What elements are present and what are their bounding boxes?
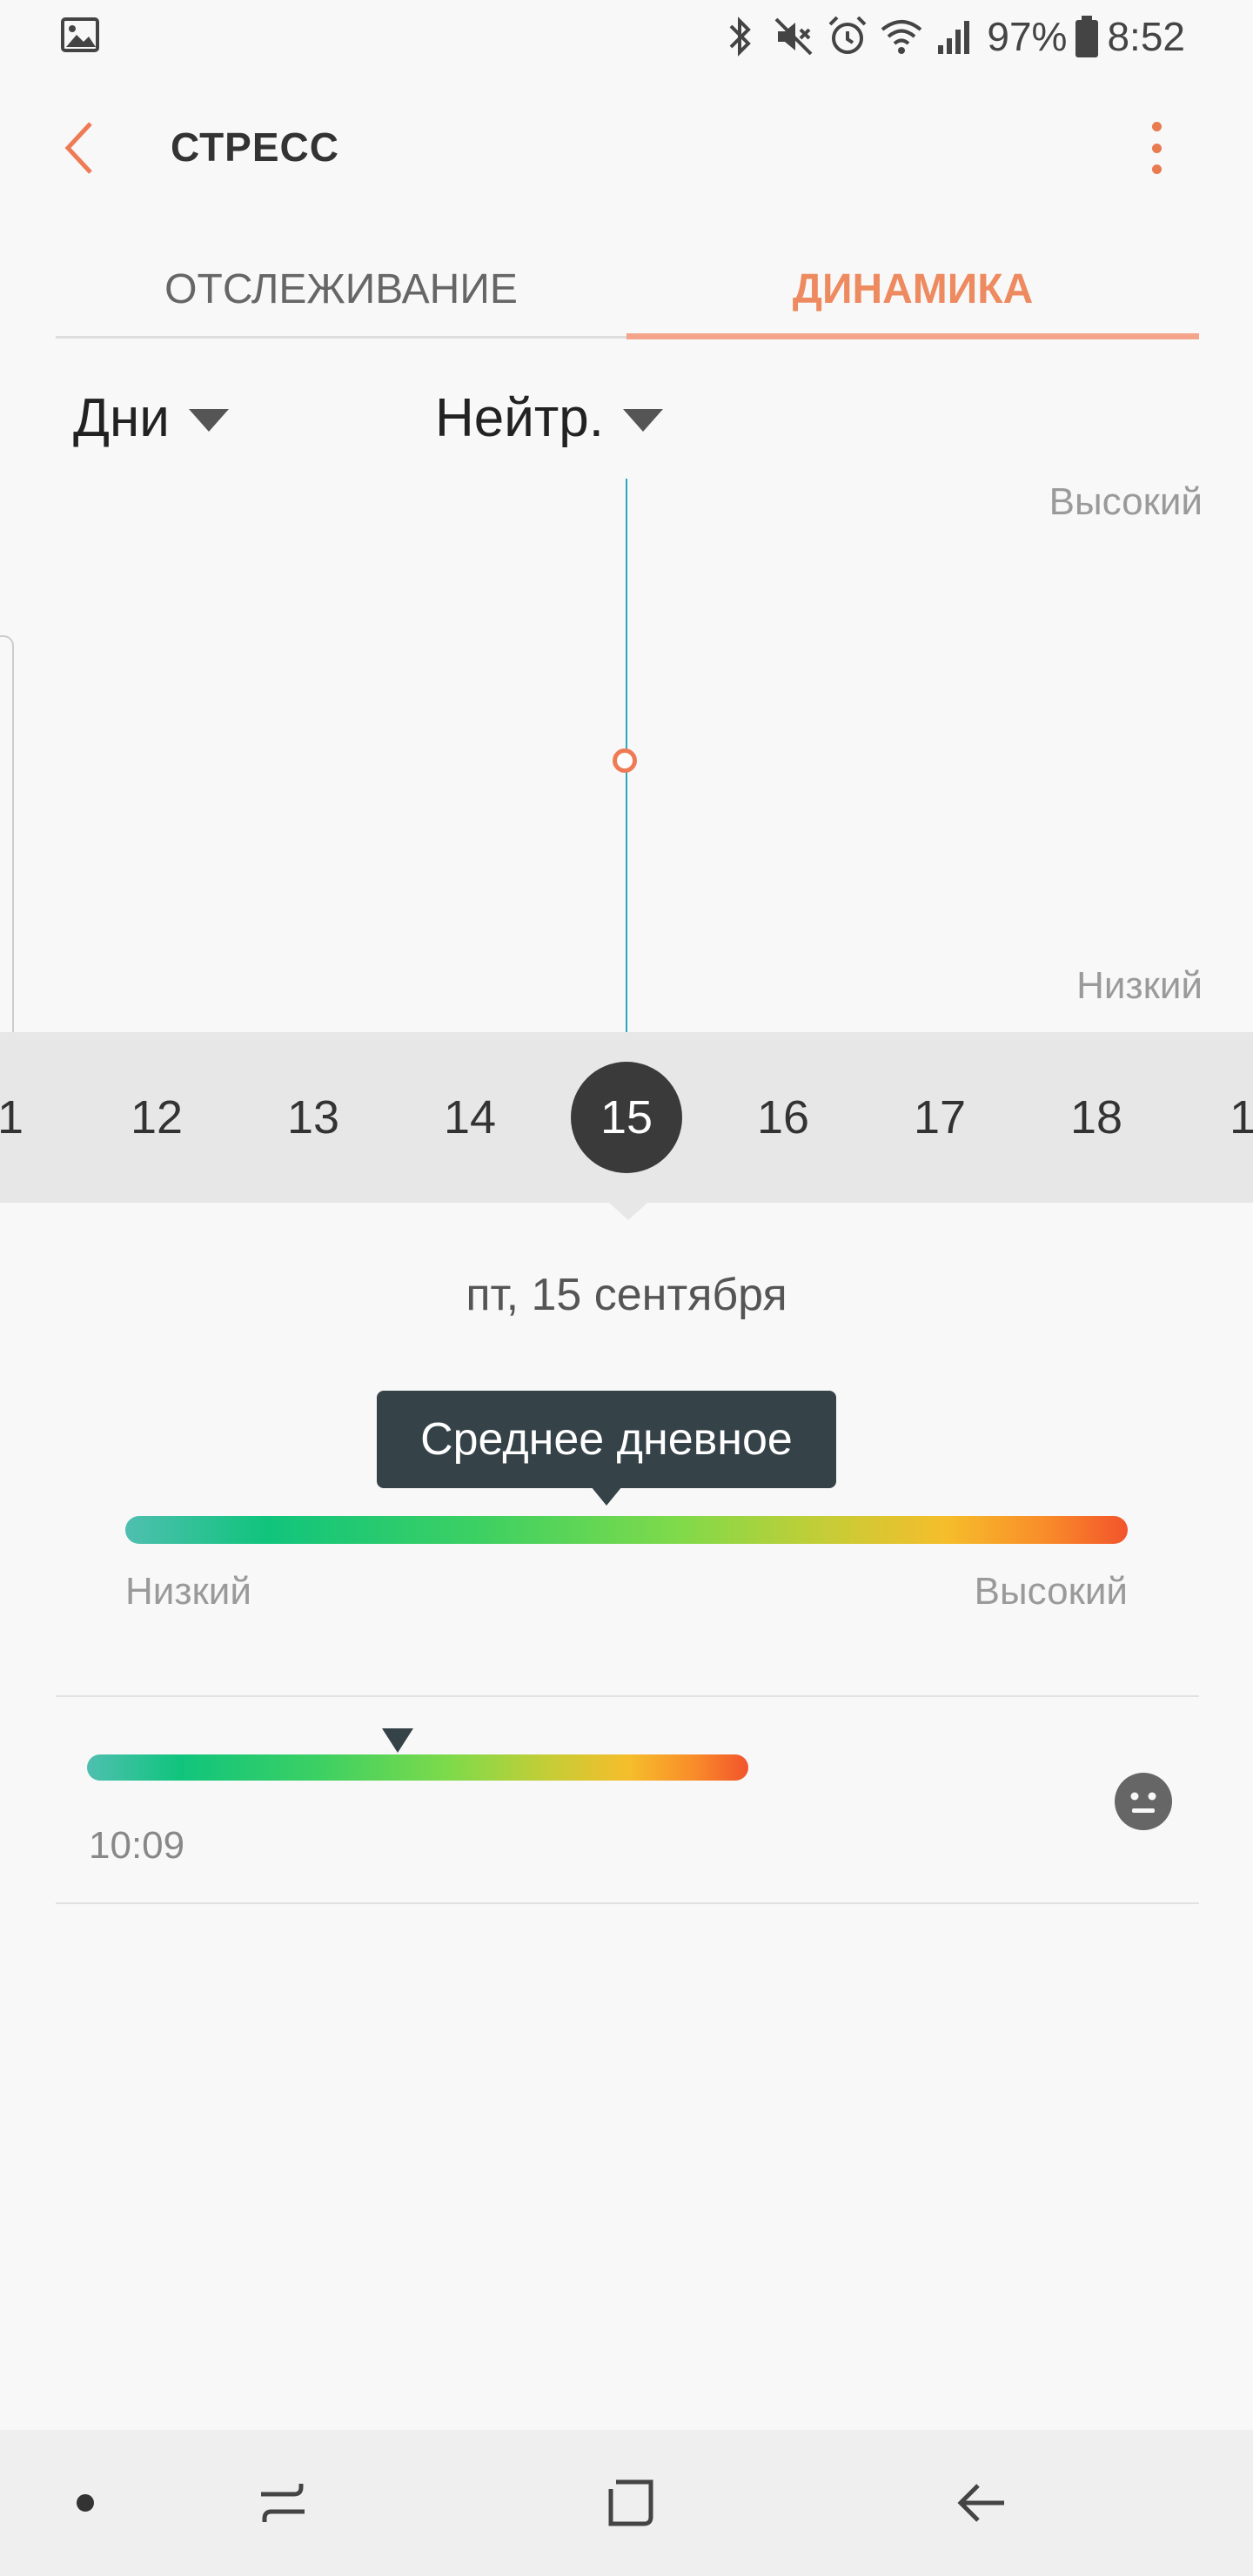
measurement-record[interactable] (56, 1706, 1199, 1897)
record-level-marker (382, 1728, 414, 1753)
back-button[interactable] (54, 113, 106, 183)
bluetooth-icon (729, 17, 752, 57)
chart-data-point (613, 748, 637, 773)
status-bar: 97% 8:52 (0, 0, 1253, 73)
tab-trends[interactable]: ДИНАМИКА (626, 240, 1199, 338)
system-back-button[interactable] (938, 2459, 1025, 2546)
period-label: Дни (73, 387, 170, 448)
divider (56, 1695, 1199, 1697)
selected-day[interactable]: 15 (574, 1032, 679, 1203)
day-item[interactable]: 1 (1190, 1032, 1253, 1203)
average-tooltip: Среднее дневное (376, 1391, 836, 1488)
neutral-face-icon (1115, 1773, 1172, 1830)
scale-low-label: Низкий (125, 1570, 251, 1613)
chart-high-label: Высокий (1049, 480, 1203, 523)
period-dropdown[interactable]: Дни (73, 383, 229, 453)
active-tab-indicator (626, 333, 1199, 339)
back-icon (957, 2484, 1004, 2522)
tooltip-arrow (590, 1486, 622, 1506)
recents-icon (261, 2484, 305, 2522)
day-item[interactable]: 13 (261, 1032, 365, 1203)
day-item[interactable]: 16 (731, 1032, 835, 1203)
alarm-icon (828, 16, 867, 54)
dropdown-arrow-icon (188, 409, 229, 432)
record-stress-bar (87, 1754, 748, 1781)
mode-label: Нейтр. (435, 387, 604, 448)
recents-button[interactable] (238, 2459, 325, 2546)
day-item[interactable]: 12 (104, 1032, 209, 1203)
home-icon (608, 2479, 653, 2526)
scale-high-label: Высокий (974, 1570, 1128, 1613)
chart-low-label: Низкий (1076, 964, 1203, 1007)
wifi-icon (881, 20, 922, 54)
battery-icon (1075, 16, 1099, 57)
page-title: СТРЕСС (171, 124, 339, 170)
back-arrow-icon (64, 122, 92, 174)
divider (56, 1902, 1199, 1904)
tab-bar: ОТСЛЕЖИВАНИЕ ДИНАМИКА (56, 240, 1199, 341)
day-item[interactable]: 17 (888, 1032, 992, 1203)
day-pointer (609, 1203, 647, 1220)
more-vert-icon (1151, 122, 1162, 131)
nav-dot-icon[interactable] (77, 2494, 94, 2512)
stress-scale-bar (125, 1516, 1128, 1544)
dropdown-arrow-icon (623, 409, 663, 432)
mode-dropdown[interactable]: Нейтр. (435, 383, 663, 453)
tab-tracking[interactable]: ОТСЛЕЖИВАНИЕ (56, 240, 626, 338)
signal-icon (938, 21, 970, 54)
more-options-button[interactable] (1135, 115, 1178, 181)
clock: 8:52 (1107, 14, 1185, 59)
day-item[interactable]: 1 (0, 1032, 63, 1203)
gallery-icon (61, 17, 99, 52)
home-button[interactable] (588, 2459, 675, 2546)
day-item[interactable]: 18 (1044, 1032, 1149, 1203)
record-time: 10:09 (89, 1824, 185, 1867)
battery-percent: 97% (987, 14, 1068, 59)
mute-icon (774, 17, 813, 56)
status-icons: 97% 8:52 (717, 10, 1185, 63)
day-item[interactable]: 14 (418, 1032, 522, 1203)
selected-date: пт, 15 сентября (466, 1270, 787, 1320)
